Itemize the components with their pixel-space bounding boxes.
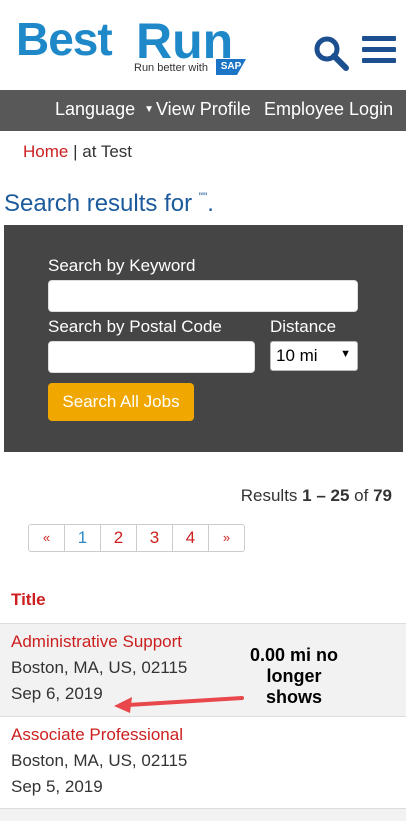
breadcrumb-separator: | [68, 142, 83, 161]
keyword-label: Search by Keyword [48, 256, 196, 275]
pagination-page-1[interactable]: 1 [65, 525, 101, 551]
table-row: Associate Professional Boston, MA, US, 0… [0, 716, 406, 809]
results-title-query: "" [198, 190, 208, 204]
annotation-note: 0.00 mi no longer shows [249, 645, 339, 707]
job-title-link[interactable]: Associate Professional [11, 725, 183, 745]
postal-code-input[interactable] [48, 341, 255, 373]
page-title: Search results for "". [4, 190, 214, 218]
results-title-text: Search results for [4, 190, 193, 217]
nav-language[interactable]: Language ▼ [55, 90, 154, 131]
breadcrumb-home-link[interactable]: Home [23, 142, 68, 161]
select-arrow-icon: ▼ [340, 348, 351, 360]
keyword-input[interactable] [48, 280, 358, 312]
breadcrumb: Home | at Test [23, 142, 132, 162]
results-count-of: of [354, 486, 369, 505]
nav-language-label: Language [55, 99, 136, 119]
search-button[interactable] [312, 34, 350, 72]
search-icon [314, 36, 349, 71]
annotation-arrow-icon [114, 696, 244, 713]
job-date: Sep 5, 2019 [11, 777, 103, 796]
pagination-prev[interactable]: « [29, 525, 65, 551]
distance-label: Distance [270, 317, 337, 336]
distance-value: 10 mi [276, 346, 318, 365]
job-location: Boston, MA, US, 02115 [11, 751, 188, 770]
logo-tagline: Run better with [134, 62, 208, 74]
job-date: Sep 6, 2019 [11, 684, 103, 703]
column-header-title[interactable]: Title [11, 590, 46, 610]
pagination-page-4[interactable]: 4 [173, 525, 209, 551]
pagination-page-3[interactable]: 3 [137, 525, 173, 551]
results-count: Results 1 – 25 of 79 [241, 486, 392, 506]
search-all-jobs-button[interactable]: Search All Jobs [48, 383, 194, 421]
search-panel: Search by Keyword Search by Postal Code … [4, 225, 403, 452]
menu-button[interactable] [362, 36, 396, 68]
results-count-prefix: Results [240, 486, 298, 505]
results-title-period: . [207, 190, 214, 217]
results-count-range: 1 – 25 [302, 486, 350, 505]
hamburger-menu-icon [362, 36, 396, 41]
breadcrumb-current: at Test [82, 142, 133, 161]
top-navbar: Language ▼ View Profile Employee Login [0, 90, 406, 131]
distance-select[interactable]: 10 mi ▼ [270, 341, 358, 371]
nav-view-profile[interactable]: View Profile [156, 90, 251, 131]
pagination-next[interactable]: » [209, 525, 244, 551]
results-count-total: 79 [373, 486, 392, 505]
site-header: Best Run Run better with SAP [0, 0, 406, 90]
caret-down-icon: ▼ [144, 104, 155, 116]
postal-code-label: Search by Postal Code [48, 317, 222, 336]
nav-employee-login[interactable]: Employee Login [264, 90, 393, 131]
pagination-page-2[interactable]: 2 [101, 525, 137, 551]
pagination: « 1 2 3 4 » [28, 524, 245, 552]
table-row-next [0, 808, 406, 821]
bestrun-logo[interactable]: Best Run Run better with SAP [16, 10, 256, 80]
sap-logo: SAP [216, 59, 246, 75]
job-location: Boston, MA, US, 02115 [11, 658, 188, 677]
job-title-link[interactable]: Administrative Support [11, 632, 182, 652]
logo-best-text: Best [16, 13, 113, 65]
